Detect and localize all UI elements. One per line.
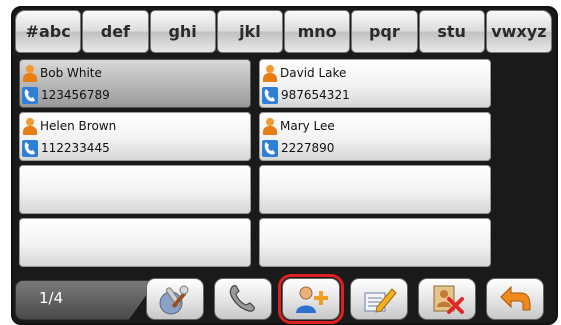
contact-name-row: Bob White [22, 63, 102, 83]
tab-mno[interactable]: mno [284, 10, 351, 53]
empty-contact-slot[interactable] [259, 165, 491, 214]
contact-phone-row: 112233445 [22, 138, 110, 158]
page-indicator [15, 280, 157, 320]
add-contact-button[interactable] [278, 274, 344, 324]
contact-name: David Lake [280, 66, 347, 80]
phone-icon [262, 86, 278, 104]
settings-tools-button[interactable] [146, 278, 204, 320]
tab-def[interactable]: def [82, 10, 149, 53]
alphabet-tab-bar: #abc def ghi jkl mno pqr stu vwxyz [15, 10, 552, 53]
tab-stu[interactable]: stu [418, 10, 485, 53]
contact-phone: 112233445 [41, 141, 110, 155]
add-contact-icon [296, 286, 328, 313]
empty-contact-slot[interactable] [19, 218, 251, 267]
contact-phone-row: 123456789 [22, 85, 110, 105]
phone-handset-icon [229, 285, 255, 312]
person-icon [22, 64, 37, 82]
contact-phone-row: 987654321 [262, 85, 350, 105]
tab-jkl[interactable]: jkl [216, 10, 283, 53]
phonebook-screen: #abc def ghi jkl mno pqr stu vwxyz Bob W… [0, 0, 561, 325]
contact-phone: 987654321 [281, 88, 350, 102]
contact-name: Mary Lee [280, 119, 335, 133]
delete-contact-icon [433, 285, 464, 314]
tab-ghi[interactable]: ghi [149, 10, 216, 53]
page-indicator-label: 1/4 [39, 289, 64, 307]
phone-icon [22, 139, 38, 157]
phone-icon [22, 86, 38, 104]
tools-icon [159, 285, 189, 315]
edit-pencil-icon [364, 288, 397, 313]
contact-card-mary-lee[interactable]: Mary Lee 2227890 [259, 112, 491, 161]
contact-card-helen-brown[interactable]: Helen Brown 112233445 [19, 112, 251, 161]
contact-phone-row: 2227890 [262, 138, 334, 158]
contact-name: Helen Brown [40, 119, 117, 133]
contact-phone: 123456789 [41, 88, 110, 102]
person-icon [262, 64, 277, 82]
empty-contact-slot[interactable] [19, 165, 251, 214]
bottom-toolbar: 1/4 [15, 274, 552, 324]
delete-contact-button[interactable] [418, 278, 476, 320]
contact-name: Bob White [40, 66, 102, 80]
call-button[interactable] [214, 278, 272, 320]
tab-pqr[interactable]: pqr [351, 10, 418, 53]
person-icon [262, 117, 277, 135]
contact-name-row: Mary Lee [262, 116, 335, 136]
contact-card-david-lake[interactable]: David Lake 987654321 [259, 59, 491, 108]
contact-name-row: David Lake [262, 63, 346, 83]
contact-name-row: Helen Brown [22, 116, 116, 136]
contact-card-bob-white[interactable]: Bob White 123456789 [19, 59, 251, 108]
phone-icon [262, 139, 278, 157]
tab-vwxyz[interactable]: vwxyz [485, 10, 552, 53]
back-arrow-icon [500, 285, 531, 311]
edit-contact-button[interactable] [350, 278, 408, 320]
back-button[interactable] [486, 278, 544, 320]
empty-contact-slot[interactable] [259, 218, 491, 267]
tab-abc[interactable]: #abc [15, 10, 82, 53]
person-icon [22, 117, 37, 135]
contact-phone: 2227890 [281, 141, 335, 155]
contact-grid: Bob White 123456789 David Lake 987654321… [19, 59, 493, 267]
